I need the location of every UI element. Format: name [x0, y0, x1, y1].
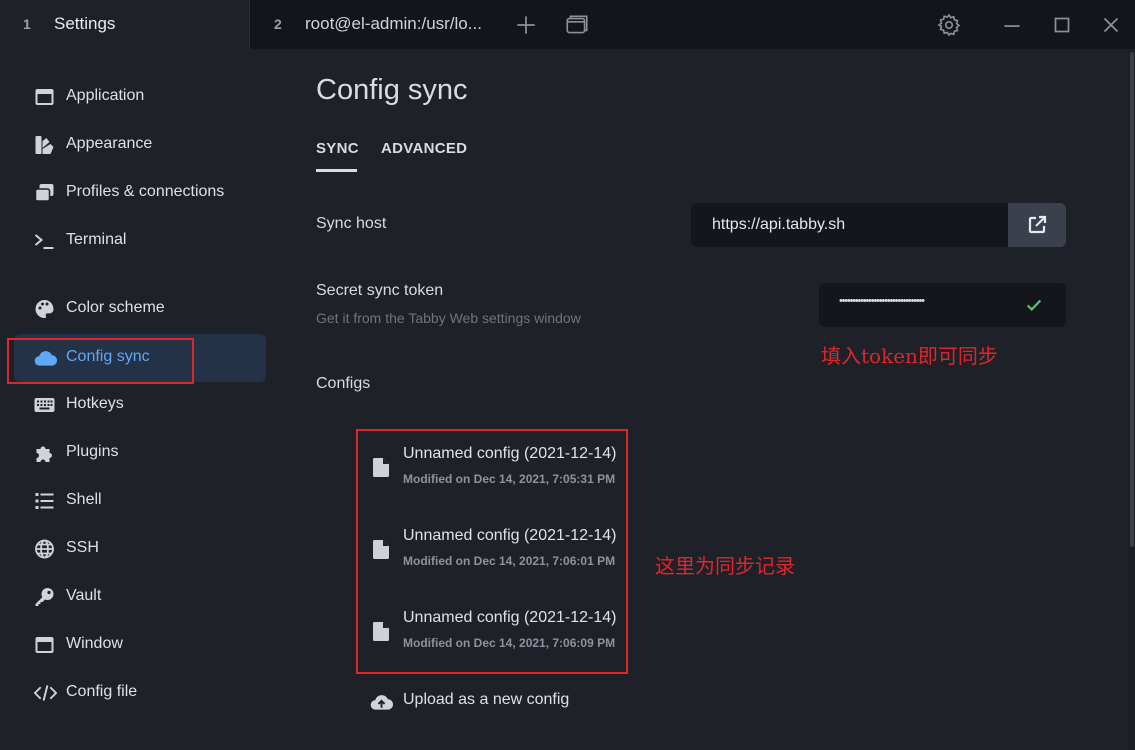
maximize-icon[interactable]	[1049, 12, 1075, 38]
settings-sidebar: Application Appearance Profiles & connec…	[0, 49, 282, 750]
tab-title: root@el-admin:/usr/lo...	[305, 14, 482, 33]
sidebar-item-ssh[interactable]: SSH	[14, 525, 266, 573]
sidebar-item-label: SSH	[66, 539, 99, 556]
sidebar-item-label: Color scheme	[66, 299, 165, 316]
page-title: Config sync	[316, 74, 468, 106]
tab-advanced[interactable]: ADVANCED	[381, 140, 467, 157]
close-icon[interactable]	[1098, 12, 1124, 38]
cloud-upload-icon	[370, 692, 393, 712]
external-link-icon	[1028, 215, 1047, 234]
annotation-records-note: 这里为同步记录	[655, 554, 795, 578]
sidebar-item-label: Vault	[66, 587, 102, 604]
sidebar-item-config-file[interactable]: Config file	[14, 669, 266, 717]
tab-terminal[interactable]: 2 root@el-admin:/usr/lo...	[250, 0, 500, 49]
sync-host-input[interactable]: https://api.tabby.sh	[691, 203, 1008, 247]
sidebar-item-label: Plugins	[66, 443, 119, 460]
minimize-icon[interactable]	[999, 12, 1025, 38]
upload-label: Upload as a new config	[403, 691, 570, 708]
token-masked-value: ••••••••••••••••••••••••••••••••	[839, 295, 925, 307]
sidebar-item-label: Profiles & connections	[66, 183, 225, 200]
secret-token-hint: Get it from the Tabby Web settings windo…	[316, 310, 581, 326]
globe-icon	[34, 539, 55, 559]
code-icon	[34, 683, 57, 703]
tab-number: 2	[274, 16, 282, 32]
annotation-token-note: 填入token即可同步	[821, 344, 998, 368]
window-restore-icon[interactable]	[564, 12, 590, 38]
sidebar-item-label: Shell	[66, 491, 102, 508]
configs-label: Configs	[316, 375, 371, 392]
tab-sync[interactable]: SYNC	[316, 140, 359, 157]
tab-title: Settings	[54, 14, 116, 33]
sidebar-item-label: Appearance	[66, 135, 153, 152]
sidebar-item-application[interactable]: Application	[14, 73, 266, 121]
sync-host-label: Sync host	[316, 215, 387, 232]
sidebar-item-color-scheme[interactable]: Color scheme	[14, 285, 266, 333]
active-tab-indicator	[316, 169, 357, 172]
plus-icon[interactable]	[513, 12, 539, 38]
annotation-highlight-configs	[356, 429, 628, 674]
sidebar-item-shell[interactable]: Shell	[14, 477, 266, 525]
list-icon	[34, 491, 55, 511]
sidebar-item-label: Window	[66, 635, 123, 652]
window-icon	[34, 635, 55, 655]
sidebar-item-window[interactable]: Window	[14, 621, 266, 669]
palette-icon	[34, 299, 55, 319]
terminal-icon	[34, 231, 55, 251]
scrollbar-thumb[interactable]	[1130, 52, 1134, 547]
secret-token-input[interactable]: ••••••••••••••••••••••••••••••••	[819, 283, 1066, 327]
sidebar-item-profiles[interactable]: Profiles & connections	[14, 169, 266, 217]
tab-number: 1	[23, 16, 31, 32]
secret-token-label: Secret sync token	[316, 282, 444, 299]
key-icon	[34, 587, 55, 607]
appearance-icon	[34, 135, 55, 155]
sidebar-item-label: Terminal	[66, 231, 127, 248]
annotation-highlight-config-sync	[7, 338, 194, 384]
sidebar-item-appearance[interactable]: Appearance	[14, 121, 266, 169]
keyboard-icon	[34, 395, 55, 415]
tab-bar: 1 Settings 2 root@el-admin:/usr/lo...	[0, 0, 1135, 49]
profiles-icon	[34, 183, 55, 203]
gear-icon[interactable]	[936, 12, 962, 38]
upload-new-config-button[interactable]: Upload as a new config	[370, 688, 600, 716]
tab-settings[interactable]: 1 Settings	[0, 0, 250, 49]
check-icon	[1025, 296, 1043, 314]
sidebar-item-hotkeys[interactable]: Hotkeys	[14, 381, 266, 429]
sidebar-item-terminal[interactable]: Terminal	[14, 217, 266, 265]
sidebar-item-label: Hotkeys	[66, 395, 124, 412]
sidebar-item-label: Config file	[66, 683, 138, 700]
sidebar-item-plugins[interactable]: Plugins	[14, 429, 266, 477]
application-icon	[34, 87, 55, 107]
puzzle-icon	[34, 443, 55, 463]
sidebar-item-vault[interactable]: Vault	[14, 573, 266, 621]
open-external-button[interactable]	[1008, 203, 1066, 247]
sidebar-item-label: Application	[66, 87, 145, 104]
